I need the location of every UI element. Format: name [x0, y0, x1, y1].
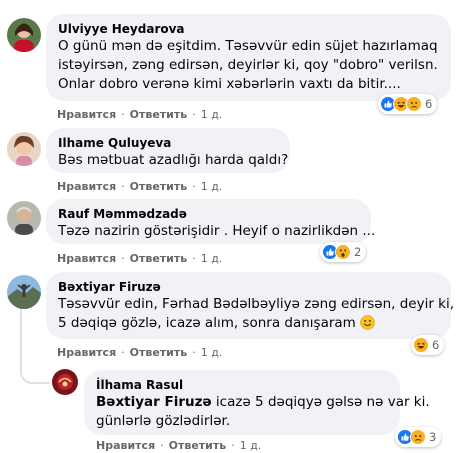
comment-text-line: Təsəvvür edin, Fərhad Bədəlbəyliyə zəng … [58, 296, 455, 312]
separator-dot: · [121, 108, 125, 121]
reaction-count: 2 [354, 245, 362, 259]
reply-actions: Нравится · Ответить · 1 д. [96, 439, 261, 453]
reply-text-line: Bəxtiyar Firuzə icazə 5 dəqiqyə gəlsə nə… [96, 393, 430, 412]
comment-text-line: Təzə nazirin göstərişidir . Heyif o nazi… [58, 223, 376, 239]
comment-text-line: 5 dəqiqə gözlə, icazə alım, sonra danışa… [58, 314, 439, 336]
reply-text: icazə 5 dəqiqyə gəlsə nə var ki. [211, 394, 430, 410]
comment-author[interactable]: Rauf Məmmədzadə [58, 206, 359, 222]
wow-reaction-icon [335, 244, 351, 260]
like-link[interactable]: Нравится [57, 180, 116, 194]
thread-line [20, 302, 22, 354]
reply-link[interactable]: Ответить [169, 439, 227, 453]
reply-link[interactable]: Ответить [130, 180, 188, 194]
comment-bubble: Rauf Məmmədzadə Təzə nazirin göstərişidi… [46, 199, 376, 244]
separator-dot: · [121, 252, 125, 265]
like-link[interactable]: Нравится [57, 346, 116, 360]
reply-link[interactable]: Ответить [130, 252, 188, 266]
comment-author[interactable]: Bəxtiyar Firuzə [58, 279, 439, 295]
comment-text-line: O günü mən də eşitdim. Təsəvvür edin süj… [58, 38, 438, 54]
like-link[interactable]: Нравится [96, 439, 155, 453]
reaction-count: 6 [425, 97, 433, 111]
comment-timestamp[interactable]: 1 д. [201, 180, 223, 194]
comment-timestamp[interactable]: 1 д. [201, 252, 223, 266]
comment-bubble: Bəxtiyar Firuzə Təsəvvür edin, Fərhad Bə… [46, 272, 455, 339]
comment-author[interactable]: Ulviyye Heydarova [58, 21, 439, 37]
separator-dot: · [192, 346, 196, 359]
thread-connector [20, 352, 50, 384]
separator-dot: · [192, 108, 196, 121]
reactions-summary[interactable]: 6 [411, 335, 445, 355]
reply-author[interactable]: İlhama Rasul [96, 377, 388, 393]
avatar[interactable] [7, 18, 41, 52]
mention-link[interactable]: Bəxtiyar Firuzə [96, 394, 212, 410]
comment-author[interactable]: Ilhame Quluyeva [58, 135, 278, 151]
separator-dot: · [121, 346, 125, 359]
separator-dot: · [192, 252, 196, 265]
comment-actions: Нравится · Ответить · 1 д. [57, 252, 222, 266]
separator-dot: · [231, 439, 235, 452]
reply-bubble: İlhama Rasul Bəxtiyar Firuzə icazə 5 dəq… [84, 370, 430, 435]
haha-reaction-icon [413, 337, 429, 353]
separator-dot: · [160, 439, 164, 452]
avatar[interactable] [7, 275, 41, 309]
avatar[interactable] [7, 201, 41, 235]
comment-timestamp[interactable]: 1 д. [201, 346, 223, 360]
comment-actions: Нравится · Ответить · 1 д. [57, 346, 222, 360]
reply-link[interactable]: Ответить [130, 108, 188, 122]
separator-dot: · [192, 180, 196, 193]
avatar[interactable] [52, 369, 78, 395]
reactions-summary[interactable]: 6 [378, 94, 438, 114]
comment-actions: Нравится · Ответить · 1 д. [57, 180, 222, 194]
separator-dot: · [121, 180, 125, 193]
reactions-summary[interactable]: 2 [320, 242, 367, 262]
comment-actions: Нравится · Ответить · 1 д. [57, 108, 222, 122]
like-link[interactable]: Нравится [57, 252, 116, 266]
reply-link[interactable]: Ответить [130, 346, 188, 360]
comment-bubble: Ulviyye Heydarova O günü mən də eşitdim.… [46, 14, 451, 101]
comment-text-line: istəyirsən, zəng edirsən, deyirlər ki, q… [58, 57, 438, 73]
comment-text: 5 dəqiqə gözlə, icazə alım, sonra danışa… [58, 315, 356, 331]
reaction-count: 3 [429, 430, 437, 444]
comment-bubble: Ilhame Quluyeva Bəs mətbuat azadlığı har… [46, 128, 290, 173]
reply-timestamp[interactable]: 1 д. [240, 439, 262, 453]
sad-reaction-icon [410, 429, 426, 445]
reactions-summary[interactable]: 3 [395, 427, 442, 447]
sad-reaction-icon [406, 96, 422, 112]
comment-text-line: Bəs mətbuat azadlığı harda qaldı? [58, 152, 289, 168]
avatar[interactable] [7, 132, 41, 166]
comment-text-line: Onlar dobro verənə kimi xəbərlərin vaxtı… [58, 76, 401, 92]
smile-emoji-icon [360, 315, 375, 336]
reply-text-line: günlərlə gözlədirlər. [96, 413, 231, 429]
reaction-count: 6 [432, 338, 440, 352]
like-link[interactable]: Нравится [57, 108, 116, 122]
comment-timestamp[interactable]: 1 д. [201, 108, 223, 122]
